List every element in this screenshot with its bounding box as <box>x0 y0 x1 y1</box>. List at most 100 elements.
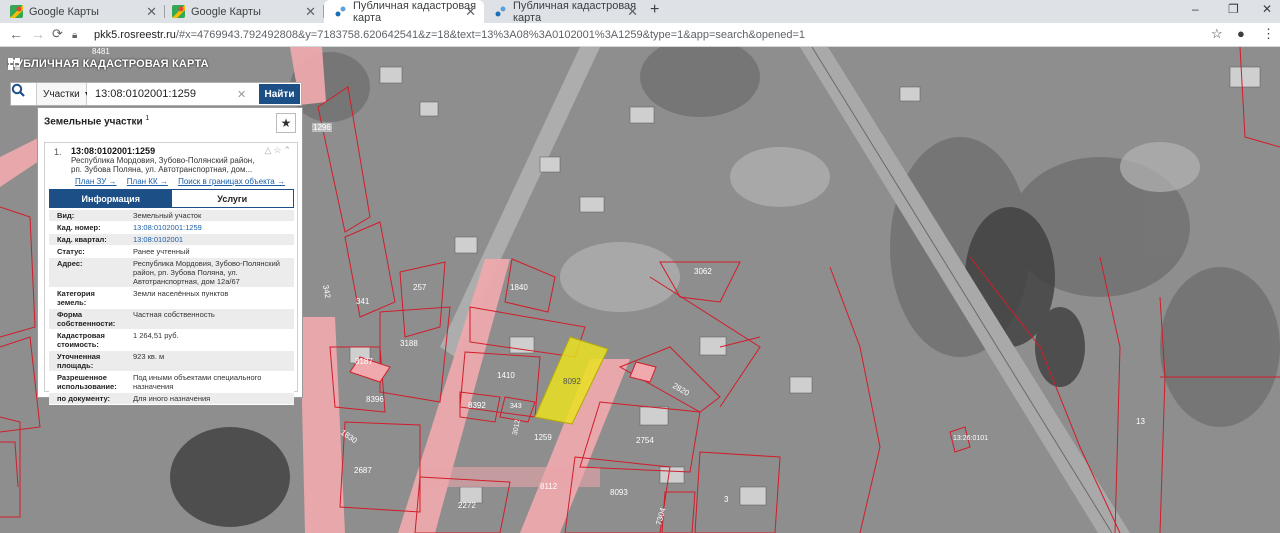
tab-google-maps-1[interactable]: Google Карты ✕ <box>0 0 165 23</box>
results-count: 1 <box>145 115 150 122</box>
info-value-link[interactable]: 13:08:0102001 <box>129 234 294 245</box>
info-value: Частная собственность <box>133 310 215 319</box>
parcel-label: 3062 <box>694 267 712 276</box>
back-icon[interactable]: ← <box>9 26 23 42</box>
info-row: Категория земель: Земли населённых пункто… <box>49 288 294 309</box>
address-bar[interactable]: 🔒︎ pkk5.rosreestr.ru/#x=4769943.79249280… <box>72 26 1252 44</box>
parcel-label: 8093 <box>610 488 628 497</box>
result-address-line: Республика Мордовия, Зубово-Полянский ра… <box>71 156 255 165</box>
info-row: по документу: Для иного назначения <box>49 393 294 405</box>
info-value: Республика Мордовия, Зубово-Полянский ра… <box>133 259 280 286</box>
results-panel: Земельные участки 1 ★ 1. 13:08:0102001:1… <box>37 107 303 405</box>
close-tab-icon[interactable]: ✕ <box>305 4 316 20</box>
info-row: Статус: Ранее учтенный <box>49 246 294 258</box>
parcel-label: 8481 <box>92 47 110 56</box>
info-key: Адрес: <box>57 259 83 268</box>
favorite-star-button[interactable]: ★ <box>276 113 296 133</box>
parcel-label: 8112 <box>540 482 558 491</box>
cadastral-map[interactable]: 8481 1296 342 257 1840 3062 341 3188 318… <box>0 47 1280 533</box>
google-maps-icon <box>10 5 23 18</box>
card-action-icons[interactable]: △☆⌃ <box>264 145 293 156</box>
parcel-label: 1840 <box>510 283 528 292</box>
tab-cadastral-map-2[interactable]: Публичная кадастровая карта ✕ <box>484 0 646 24</box>
info-value: 923 кв. м <box>133 352 165 361</box>
tab-title: Публичная кадастровая карта <box>513 0 637 24</box>
google-maps-icon <box>172 5 185 18</box>
reload-icon[interactable]: ⟳ <box>52 26 63 42</box>
tab-information[interactable]: Информация <box>50 190 172 207</box>
parcel-label: 1259 <box>534 433 552 442</box>
tab-title: Google Карты <box>29 5 99 18</box>
parcel-label: 2754 <box>636 436 654 445</box>
search-icon[interactable] <box>11 83 37 105</box>
close-window-icon[interactable]: ✕ <box>1262 2 1272 16</box>
parcel-label: 8392 <box>468 401 486 410</box>
parcel-label: 1410 <box>497 371 515 380</box>
info-table: Вид: Земельный участок Кад. номер: 13:08:0… <box>49 210 294 405</box>
close-tab-icon[interactable]: ✕ <box>627 4 638 20</box>
info-key: Категория земель: <box>57 289 95 307</box>
info-value-link[interactable]: 13:08:0102001:1259 <box>129 222 294 233</box>
clear-icon[interactable]: ✕ <box>237 88 253 101</box>
close-tab-icon[interactable]: ✕ <box>465 4 476 20</box>
lock-icon: 🔒︎ <box>72 29 78 41</box>
rosreestr-icon <box>495 6 506 17</box>
minimize-icon[interactable]: – <box>1192 2 1199 16</box>
close-tab-icon[interactable]: ✕ <box>146 4 157 20</box>
forward-icon[interactable]: → <box>31 26 45 42</box>
menu-icon[interactable]: ⋮ <box>1262 26 1275 42</box>
tab-cadastral-map-active[interactable]: Публичная кадастровая карта ✕ <box>324 0 484 24</box>
info-row: Форма собственности: Частная собственност… <box>49 309 294 330</box>
new-tab-button[interactable]: + <box>650 1 659 19</box>
parcel-label: 3 <box>724 495 729 504</box>
result-index: 1. <box>54 147 62 157</box>
rosreestr-icon <box>335 6 346 17</box>
info-key: Кадастровая стоимость: <box>57 331 105 349</box>
info-key: Форма собственности: <box>57 310 116 328</box>
result-card[interactable]: 1. 13:08:0102001:1259 △☆⌃ Республика Мор… <box>44 142 298 405</box>
bookmark-star-icon[interactable]: ☆ <box>1211 26 1223 42</box>
info-key: Кад. квартал: <box>57 235 107 244</box>
search-in-bounds-link[interactable]: Поиск в границах объекта → <box>178 177 285 186</box>
result-address-line: рп. Зубова Поляна, ул. Автотранспортная,… <box>71 165 253 174</box>
url-host: pkk5.rosreestr.ru <box>94 29 176 41</box>
info-key: по документу: <box>57 394 111 403</box>
info-row: Кад. номер: 13:08:0102001:1259 <box>49 222 294 234</box>
info-key: Статус: <box>57 247 85 256</box>
parcel-label: 343 <box>510 403 522 410</box>
search-bar: Участки▼ ✕ Найти <box>10 82 302 106</box>
info-row: Разрешенное использование: Под иными объе… <box>49 372 294 393</box>
plan-zu-link[interactable]: План ЗУ → <box>75 177 117 186</box>
map-title-text: ПУБЛИЧНАЯ КАДАСТРОВАЯ КАРТА <box>8 58 209 70</box>
info-value: Земельный участок <box>133 211 202 220</box>
url-path: /#x=4769943.792492808&y=7183758.62064254… <box>175 29 806 41</box>
parcel-label: 13 <box>1136 417 1145 426</box>
parcel-label: 3187 <box>355 357 373 366</box>
info-value: Ранее учтенный <box>133 247 190 256</box>
search-type-select[interactable]: Участки▼ <box>37 83 91 105</box>
tab-services[interactable]: Услуги <box>171 190 293 207</box>
selected-parcel-label: 8092 <box>563 377 581 386</box>
info-key: Вид: <box>57 211 75 220</box>
maximize-icon[interactable]: ❐ <box>1228 2 1239 16</box>
plan-kk-link[interactable]: План КК → <box>127 177 168 186</box>
rosreestr-logo-icon <box>8 58 20 70</box>
result-cad-number[interactable]: 13:08:0102001:1259 <box>71 146 155 156</box>
results-title: Земельные участки 1 <box>44 115 150 128</box>
parcel-label: 2687 <box>354 466 372 475</box>
info-row: Кадастровая стоимость: 1 264,51 руб. <box>49 330 294 351</box>
info-value: Для иного назначения <box>133 394 211 403</box>
search-input[interactable] <box>87 84 237 104</box>
info-tabs: Информация Услуги <box>49 189 294 208</box>
parcel-label: 341 <box>356 297 370 306</box>
info-row: Уточненная площадь: 923 кв. м <box>49 351 294 372</box>
info-key: Уточненная площадь: <box>57 352 101 370</box>
tab-google-maps-2[interactable]: Google Карты ✕ <box>162 0 324 23</box>
find-button[interactable]: Найти <box>259 84 300 104</box>
search-type-label: Участки <box>43 88 80 100</box>
parcel-label: 257 <box>413 283 427 292</box>
profile-icon[interactable]: ● <box>1237 26 1245 41</box>
info-value: Земли населённых пунктов <box>133 289 229 298</box>
info-key: Кад. номер: <box>57 223 101 232</box>
browser-toolbar: ← → ⟳ 🔒︎ pkk5.rosreestr.ru/#x=4769943.79… <box>0 23 1280 47</box>
